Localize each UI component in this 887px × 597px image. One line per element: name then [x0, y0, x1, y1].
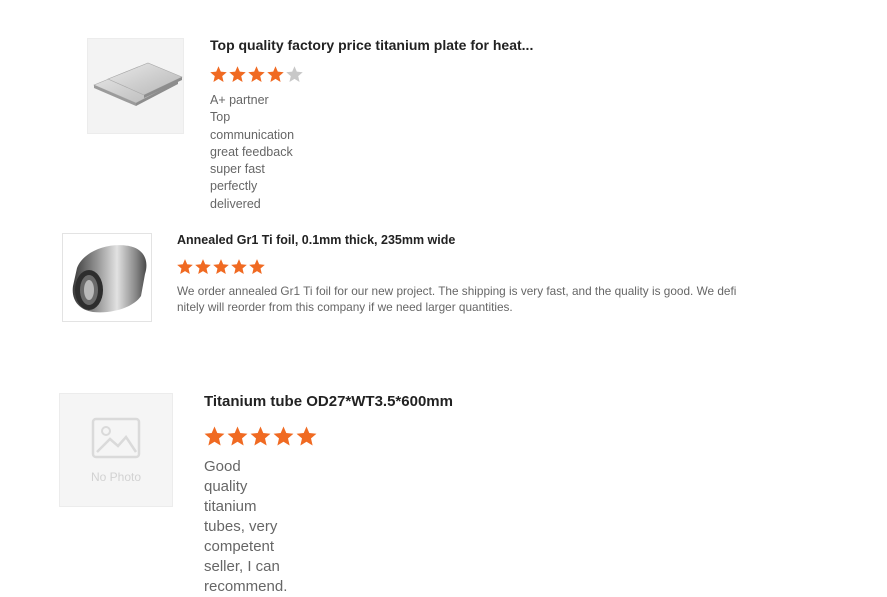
comment-line: nitely will reorder from this company if…	[177, 300, 513, 314]
star-filled-icon	[295, 425, 318, 448]
star-filled-icon	[230, 258, 248, 276]
comment-line: Good quality titanium tubes, very compet…	[204, 458, 288, 595]
comment-line: We order annealed Gr1 Ti foil for our ne…	[177, 284, 737, 298]
star-filled-icon	[228, 65, 247, 84]
review-product-title[interactable]: Titanium tube OD27*WT3.5*600mm	[204, 393, 453, 410]
star-filled-icon	[176, 258, 194, 276]
image-placeholder-icon	[91, 417, 141, 459]
star-filled-icon	[247, 65, 266, 84]
star-rating	[176, 258, 266, 276]
star-rating	[203, 425, 318, 448]
star-filled-icon	[272, 425, 295, 448]
comment-line: perfectly delivered	[210, 179, 261, 211]
star-filled-icon	[249, 425, 272, 448]
titanium-plates-image	[93, 62, 183, 106]
comment-line: Top communication	[210, 110, 295, 142]
comment-line: super fast	[210, 162, 265, 177]
review-product-title[interactable]: Annealed Gr1 Ti foil, 0.1mm thick, 235mm…	[177, 233, 455, 247]
comment-line: A+ partner	[210, 93, 269, 107]
review-comment: Good quality titanium tubes, very compet…	[204, 457, 287, 597]
titanium-foil-roll-image	[72, 245, 147, 313]
review-product-title[interactable]: Top quality factory price titanium plate…	[210, 37, 533, 53]
no-photo-label: No Photo	[90, 470, 142, 484]
star-filled-icon	[203, 425, 226, 448]
review-comment: A+ partner Top communication great feedb…	[210, 92, 294, 213]
comment-line: great feedback	[210, 144, 293, 159]
star-rating	[209, 65, 304, 84]
star-filled-icon	[209, 65, 228, 84]
product-thumbnail[interactable]	[62, 233, 152, 322]
star-filled-icon	[226, 425, 249, 448]
product-thumbnail[interactable]: No Photo	[59, 393, 173, 507]
star-filled-icon	[248, 258, 266, 276]
star-empty-icon	[285, 65, 304, 84]
star-filled-icon	[194, 258, 212, 276]
review-comment: We order annealed Gr1 Ti foil for our ne…	[177, 283, 757, 315]
star-filled-icon	[212, 258, 230, 276]
product-thumbnail[interactable]	[87, 38, 184, 134]
star-filled-icon	[266, 65, 285, 84]
